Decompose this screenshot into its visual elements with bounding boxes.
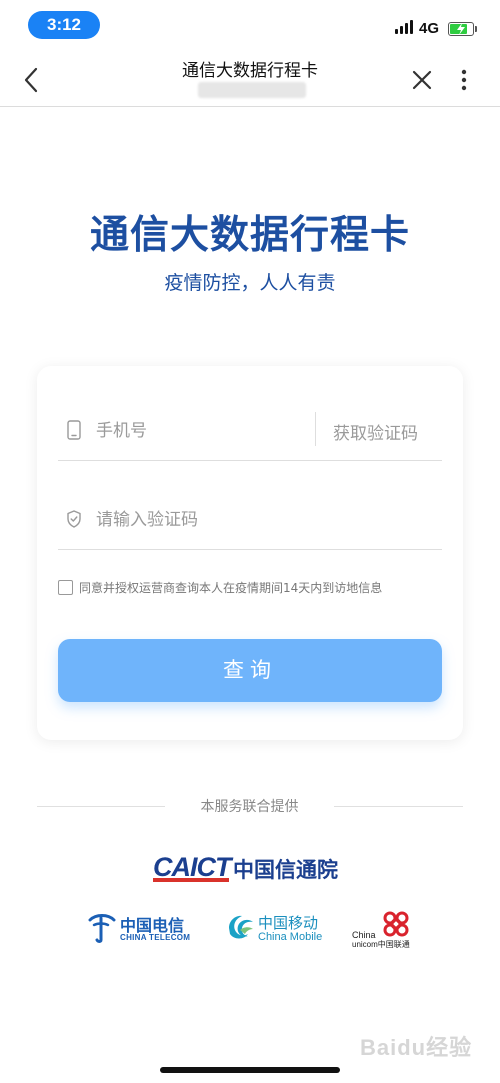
field-divider — [315, 412, 316, 446]
china-mobile-en: China Mobile — [258, 931, 323, 943]
caict-logo: CAICT 中国信通院 — [153, 850, 353, 884]
status-time: 3:12 — [28, 11, 100, 39]
agreement-checkbox[interactable] — [58, 580, 73, 595]
signal-icon — [395, 20, 413, 34]
china-telecom-en: CHINA TELECOM — [120, 933, 191, 942]
page-slogan: 疫情防控，人人有责 — [164, 272, 336, 294]
close-icon[interactable] — [411, 69, 433, 91]
blurred-url — [198, 82, 306, 98]
china-telecom-logo: 中国电信 CHINA TELECOM — [86, 910, 206, 950]
code-input[interactable] — [96, 506, 426, 534]
code-field — [58, 490, 442, 550]
china-mobile-cn: 中国移动 — [258, 914, 319, 932]
china-telecom-icon — [88, 914, 116, 943]
nav-bar: 通信大数据行程卡 — [0, 52, 500, 107]
china-unicom-knot-icon — [383, 911, 409, 937]
network-label: 4G — [419, 20, 440, 37]
divider-line-right — [334, 806, 463, 807]
china-unicom-logo: China unicom中国联通 — [352, 910, 422, 950]
provider-label: 本服务联合提供 — [200, 799, 299, 815]
status-bar: 3:12 4G — [0, 0, 500, 52]
phone-input[interactable] — [96, 417, 306, 445]
nav-title: 通信大数据行程卡 — [182, 61, 318, 81]
chevron-left-icon[interactable] — [20, 66, 42, 94]
more-vertical-icon[interactable] — [457, 68, 471, 92]
shield-icon — [67, 510, 81, 528]
provider-divider-row: 本服务联合提供 — [37, 795, 463, 817]
page-headline: 通信大数据行程卡 — [89, 213, 410, 258]
agreement-row: 同意并授权运营商查询本人在疫情期间14天内到访地信息 — [58, 576, 448, 600]
battery-tip — [475, 26, 477, 32]
phone-field: 获取验证码 — [58, 401, 442, 461]
divider-line-left — [37, 806, 165, 807]
china-unicom-en-bottom: unicom中国联通 — [352, 940, 410, 949]
agreement-text: 同意并授权运营商查询本人在疫情期间14天内到访地信息 — [79, 581, 383, 595]
get-code-button[interactable]: 获取验证码 — [333, 419, 418, 444]
caict-logo-bar — [153, 878, 229, 882]
charging-bolt-icon — [457, 23, 465, 35]
china-mobile-logo: 中国移动 China Mobile — [226, 910, 336, 950]
china-mobile-icon — [229, 915, 253, 939]
query-button[interactable]: 查询 — [58, 639, 442, 702]
watermark-logo: Baidu经验 — [360, 1035, 473, 1060]
caict-logo-cn: 中国信通院 — [233, 858, 338, 882]
phone-icon — [67, 420, 81, 440]
query-form-card: 获取验证码 同意并授权运营商查询本人在疫情期间14天内到访地信息 查询 — [37, 366, 463, 740]
home-indicator[interactable] — [160, 1067, 340, 1073]
